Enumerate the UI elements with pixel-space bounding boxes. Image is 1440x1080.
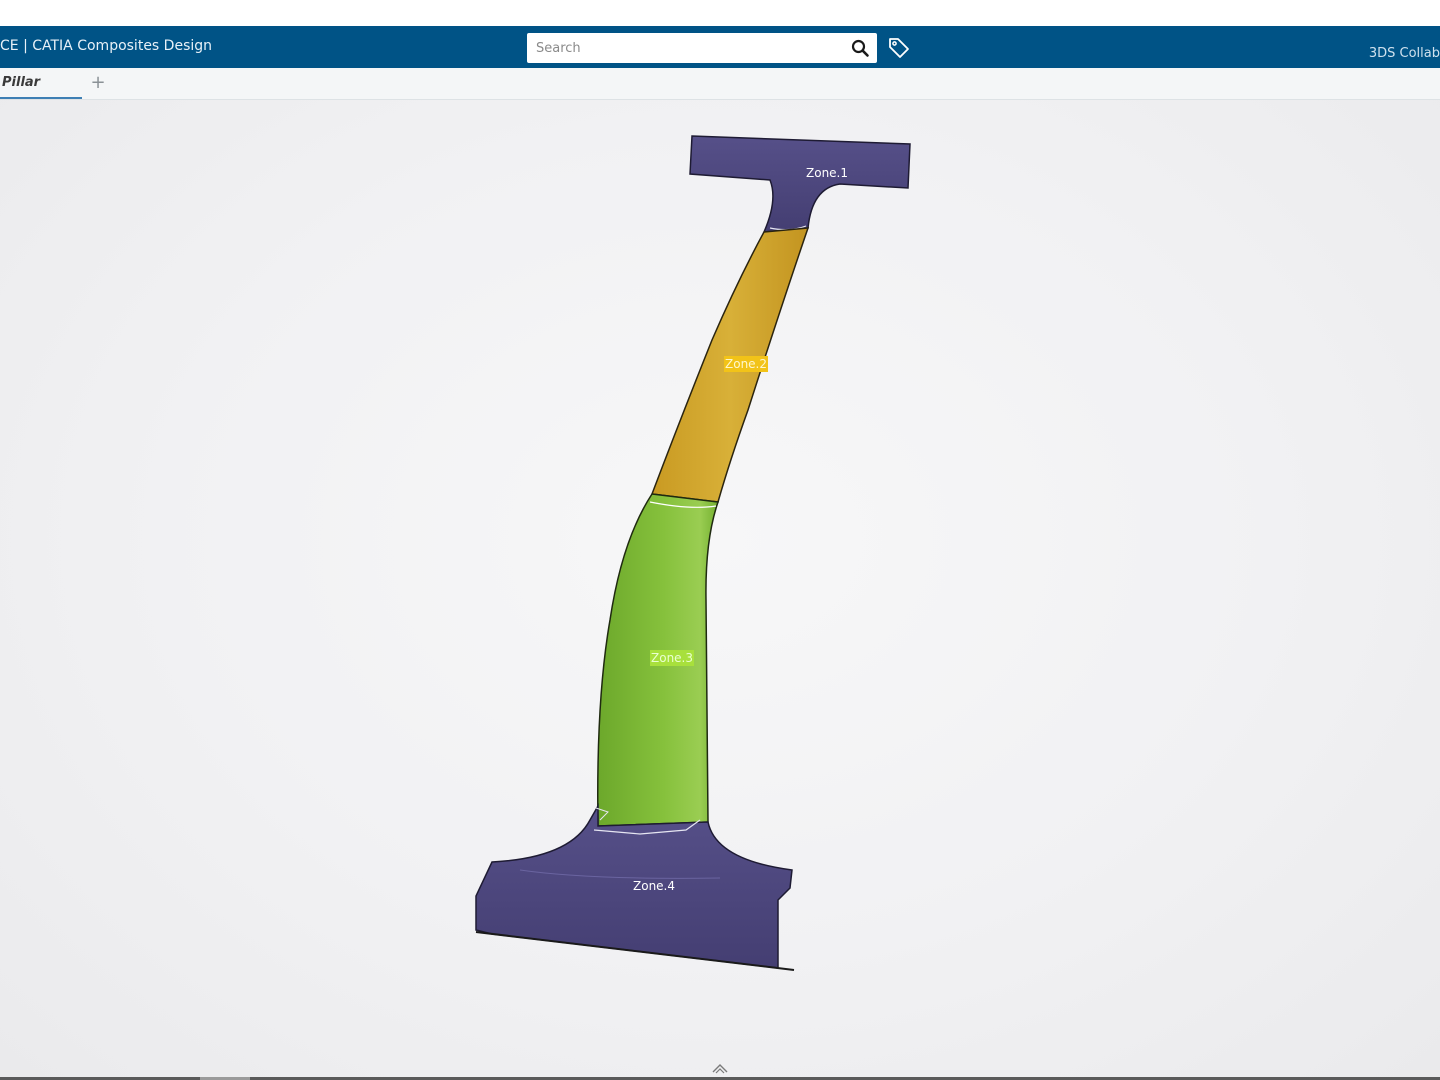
zone-2-label[interactable]: Zone.2	[724, 356, 768, 372]
pillar-model	[475, 135, 911, 971]
tab-pillar[interactable]: Pillar	[0, 68, 82, 99]
search-button[interactable]	[849, 37, 871, 59]
top-bar: CE | CATIA Composites Design 3DS Collab	[0, 26, 1440, 68]
tag-icon	[889, 38, 909, 58]
app-title: CE | CATIA Composites Design	[0, 38, 213, 54]
search-icon	[851, 39, 869, 57]
search-input[interactable]	[527, 33, 837, 63]
zone-1-surface[interactable]	[689, 135, 911, 233]
brand-label: 3DS Collab	[1368, 46, 1440, 61]
zone-3-label[interactable]: Zone.3	[650, 650, 694, 666]
tab-bar: Pillar +	[0, 68, 1440, 100]
chevron-up-icon	[712, 1064, 728, 1074]
window-top-strip	[0, 0, 1440, 26]
tag-button[interactable]	[887, 36, 911, 60]
expand-panel-button[interactable]	[710, 1060, 730, 1074]
zone-4-label[interactable]: Zone.4	[632, 878, 676, 894]
3d-viewport[interactable]: Zone.1 Zone.2 Zone.3 Zone.4	[0, 100, 1440, 1078]
tab-label: Pillar	[2, 75, 41, 90]
search-box	[527, 33, 877, 63]
zone-1-label[interactable]: Zone.1	[805, 165, 849, 181]
add-tab-button[interactable]: +	[90, 72, 106, 94]
